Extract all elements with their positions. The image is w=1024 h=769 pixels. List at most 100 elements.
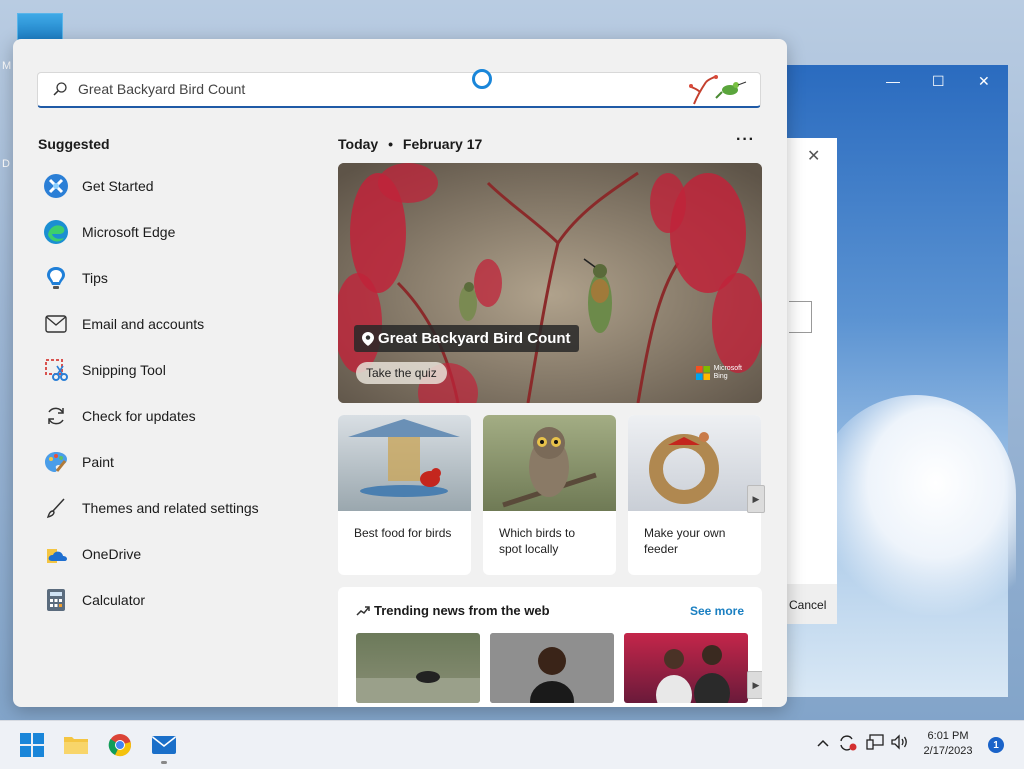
search-box[interactable] bbox=[37, 72, 761, 108]
windows-update-tray-button[interactable] bbox=[838, 734, 858, 755]
card-caption: Best food for birds bbox=[354, 526, 452, 540]
bing-brand-line2: Bing bbox=[713, 373, 728, 380]
suggested-item-label: Calculator bbox=[82, 592, 146, 608]
suggested-item-snipping-tool[interactable]: Snipping Tool bbox=[43, 352, 283, 388]
today-date: February 17 bbox=[402, 136, 483, 152]
suggested-item-label: Paint bbox=[82, 454, 114, 470]
suggested-item-label: Email and accounts bbox=[82, 316, 205, 332]
suggested-item-label: Microsoft Edge bbox=[82, 224, 176, 240]
suggested-item-label: Themes and related settings bbox=[82, 500, 259, 516]
suggested-item-themes[interactable]: Themes and related settings bbox=[43, 490, 283, 526]
mail-icon bbox=[43, 311, 69, 337]
mail-app-icon bbox=[152, 736, 176, 754]
windows-logo-icon bbox=[20, 733, 44, 757]
desktop-icon[interactable] bbox=[17, 13, 63, 41]
wreath-feeder-photo bbox=[628, 415, 761, 511]
dialog-close-button[interactable]: ✕ bbox=[807, 146, 820, 166]
search-input[interactable] bbox=[78, 73, 638, 105]
trending-news-section: Trending news from the web See more ▶ bbox=[338, 587, 762, 707]
wallpaper-clouds bbox=[816, 395, 1016, 615]
maximize-button[interactable]: ☐ bbox=[932, 73, 945, 89]
suggested-item-label: Snipping Tool bbox=[82, 362, 166, 378]
suggested-item-email-accounts[interactable]: Email and accounts bbox=[43, 306, 283, 342]
hero-title[interactable]: Great Backyard Bird Count bbox=[354, 325, 579, 352]
desktop-icon-label: D bbox=[2, 158, 10, 170]
dialog-cancel-button[interactable]: Cancel bbox=[789, 598, 826, 612]
location-pin-icon bbox=[362, 331, 374, 346]
file-explorer-button[interactable] bbox=[60, 729, 92, 761]
update-icon bbox=[840, 735, 857, 751]
speaker-icon bbox=[891, 734, 907, 750]
trending-heading: Trending news from the web bbox=[356, 603, 550, 618]
close-button[interactable]: ✕ bbox=[978, 73, 990, 89]
window-titlebar: — ☐ ✕ bbox=[786, 65, 1008, 97]
cards-next-arrow[interactable]: ▶ bbox=[747, 485, 765, 513]
card-caption: Which birds to spot locally bbox=[499, 526, 576, 556]
desktop-icon-label: M bbox=[2, 60, 12, 72]
scissors-icon bbox=[43, 357, 69, 383]
suggested-item-label: Get Started bbox=[82, 178, 154, 194]
topic-cards: Best food for birds Which birds to spot … bbox=[338, 415, 765, 575]
suggested-item-onedrive[interactable]: OneDrive bbox=[43, 536, 283, 572]
notification-badge[interactable]: 1 bbox=[988, 737, 1004, 753]
clock-date: 2/17/2023 bbox=[923, 745, 973, 757]
running-indicator bbox=[161, 761, 167, 764]
news-thumbnail[interactable] bbox=[356, 633, 480, 703]
loading-indicator bbox=[472, 69, 492, 89]
folder-icon bbox=[64, 737, 88, 754]
today-heading: Today • February 17 bbox=[338, 136, 482, 152]
suggested-item-check-updates[interactable]: Check for updates bbox=[43, 398, 283, 434]
suggested-item-tips[interactable]: Tips bbox=[43, 260, 283, 296]
chrome-button[interactable] bbox=[104, 729, 136, 761]
microsoft-logo-icon bbox=[695, 366, 710, 380]
show-hidden-icons-button[interactable] bbox=[816, 735, 830, 751]
topic-card[interactable]: Make your own feeder bbox=[628, 415, 761, 575]
bird-illustration-icon bbox=[689, 75, 747, 105]
paint-palette-icon bbox=[43, 449, 69, 475]
brush-icon bbox=[43, 495, 69, 521]
hero-card[interactable]: Great Backyard Bird Count Take the quiz … bbox=[338, 163, 762, 403]
network-icon bbox=[866, 734, 884, 750]
today-separator: • bbox=[388, 136, 393, 152]
background-dialog: ✕ Cancel bbox=[786, 138, 837, 624]
network-button[interactable] bbox=[866, 734, 884, 753]
volume-button[interactable] bbox=[890, 734, 910, 753]
suggested-item-microsoft-edge[interactable]: Microsoft Edge bbox=[43, 214, 283, 250]
news-next-arrow[interactable]: ▶ bbox=[747, 671, 762, 699]
news-thumbnail[interactable] bbox=[624, 633, 748, 703]
edge-icon bbox=[43, 219, 69, 245]
tips-icon bbox=[43, 265, 69, 291]
clock-button[interactable]: 6:01 PM 2/17/2023 bbox=[918, 729, 978, 759]
suggested-item-label: OneDrive bbox=[82, 546, 142, 562]
refresh-icon bbox=[43, 403, 69, 429]
bing-brand-line1: Microsoft bbox=[713, 365, 742, 372]
today-label: Today bbox=[338, 136, 379, 152]
take-quiz-button[interactable]: Take the quiz bbox=[356, 362, 447, 384]
bird-feeder-photo bbox=[338, 415, 471, 511]
suggested-item-calculator[interactable]: Calculator bbox=[43, 582, 283, 618]
see-more-link[interactable]: See more bbox=[690, 604, 744, 618]
owl-photo bbox=[483, 415, 616, 511]
suggested-item-label: Check for updates bbox=[82, 408, 196, 424]
trending-arrow-icon bbox=[356, 605, 370, 616]
minimize-button[interactable]: — bbox=[886, 73, 900, 89]
search-panel: Suggested Get Started Microsoft Edge Tip… bbox=[13, 39, 787, 707]
topic-card[interactable]: Which birds to spot locally bbox=[483, 415, 616, 575]
chevron-up-icon bbox=[817, 739, 829, 747]
get-started-icon bbox=[43, 173, 69, 199]
news-thumbnail[interactable] bbox=[490, 633, 614, 703]
topic-card[interactable]: Best food for birds bbox=[338, 415, 471, 575]
taskbar: 6:01 PM 2/17/2023 1 bbox=[0, 720, 1024, 769]
suggested-item-get-started[interactable]: Get Started bbox=[43, 168, 283, 204]
calculator-icon bbox=[43, 587, 69, 613]
chrome-icon bbox=[108, 734, 131, 757]
microsoft-bing-logo: Microsoft Bing bbox=[695, 365, 742, 381]
onedrive-icon bbox=[43, 541, 69, 567]
suggested-item-paint[interactable]: Paint bbox=[43, 444, 283, 480]
hero-title-text: Great Backyard Bird Count bbox=[378, 330, 571, 347]
mail-app-button[interactable] bbox=[148, 729, 180, 761]
dialog-input-field[interactable] bbox=[789, 301, 812, 333]
search-icon bbox=[53, 82, 67, 96]
more-options-button[interactable]: ··· bbox=[736, 131, 755, 149]
start-button[interactable] bbox=[16, 729, 48, 761]
